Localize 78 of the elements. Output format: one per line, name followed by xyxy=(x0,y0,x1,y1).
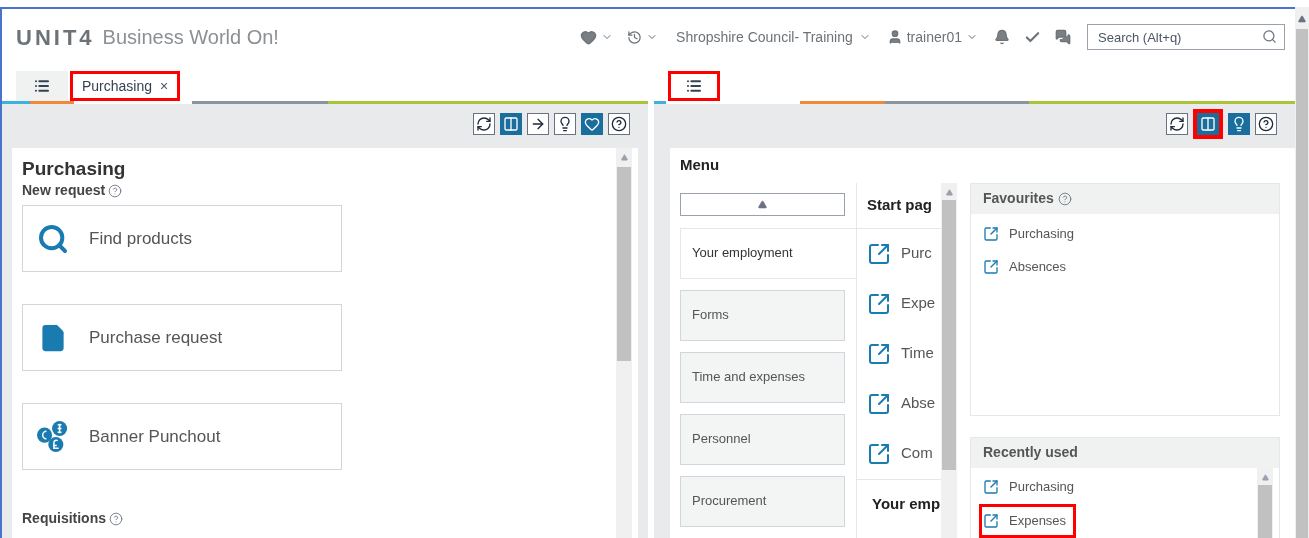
menu-item[interactable]: Personnel xyxy=(680,413,845,465)
page-scrollbar[interactable] xyxy=(1295,7,1309,538)
page-tab[interactable]: Purchasing × xyxy=(70,71,181,101)
panel-title: Favourites xyxy=(983,189,1054,208)
start-page-link[interactable]: Expe xyxy=(901,292,936,315)
external-link-icon xyxy=(867,441,891,466)
external-link-icon xyxy=(867,391,891,416)
recent-link[interactable]: Expenses xyxy=(979,503,1077,538)
external-link-icon xyxy=(983,259,999,275)
company-selector[interactable]: Shropshire Council- Training xyxy=(676,26,871,48)
lightbulb-button[interactable] xyxy=(554,113,576,135)
split-view-icon xyxy=(1200,116,1216,132)
external-link-icon xyxy=(867,291,891,316)
menu-tab[interactable] xyxy=(668,71,720,101)
external-link-icon xyxy=(983,478,999,495)
product-name: Business World On! xyxy=(102,25,279,50)
currency-coins-icon xyxy=(37,418,69,455)
split-view-button[interactable] xyxy=(1193,109,1223,139)
external-link-icon xyxy=(983,512,999,529)
list-icon xyxy=(686,78,702,94)
menu-item[interactable]: Time and expenses xyxy=(680,351,845,403)
help-icon xyxy=(611,116,627,132)
recent-link[interactable]: Purchasing xyxy=(979,469,1085,504)
split-view-icon xyxy=(503,116,519,132)
panel-title: Recently used xyxy=(983,443,1078,462)
user-menu-button[interactable]: trainer01 xyxy=(886,26,978,48)
refresh-button[interactable] xyxy=(1166,113,1188,135)
bell-icon[interactable] xyxy=(994,29,1010,45)
start-page-link[interactable]: Time xyxy=(901,342,934,365)
scrollbar[interactable] xyxy=(1257,467,1273,538)
scrollbar[interactable] xyxy=(616,148,632,538)
external-link-icon xyxy=(867,241,891,266)
lightbulb-icon xyxy=(1231,116,1247,132)
lightbulb-icon xyxy=(557,116,573,132)
scroll-up-icon[interactable] xyxy=(1298,15,1306,23)
menu-item[interactable]: Procurement xyxy=(680,475,845,527)
help-icon xyxy=(1258,116,1274,132)
history-menu-button[interactable] xyxy=(627,29,659,45)
start-page-link[interactable]: Purc xyxy=(901,242,932,265)
refresh-button[interactable] xyxy=(473,113,495,135)
section-heading: New request xyxy=(22,181,106,200)
page-title: Purchasing xyxy=(22,158,127,180)
search-field[interactable]: Search (Alt+q) xyxy=(1087,24,1285,50)
triangle-up-icon xyxy=(758,199,767,209)
favourite-link[interactable]: Absences xyxy=(981,250,1069,284)
help-button[interactable] xyxy=(1255,113,1277,135)
heart-icon xyxy=(584,116,600,132)
scroll-up-button[interactable] xyxy=(680,192,845,216)
action-tile[interactable]: Find products xyxy=(22,205,342,272)
help-icon[interactable] xyxy=(1057,191,1072,206)
arrow-right-button[interactable] xyxy=(527,113,549,135)
start-page-link[interactable]: Com xyxy=(901,442,933,465)
help-icon[interactable] xyxy=(108,183,123,198)
history-icon xyxy=(627,29,643,45)
start-page-link[interactable]: Abse xyxy=(901,392,936,415)
section-heading: Requisitions xyxy=(22,509,106,528)
menu-item[interactable]: Forms xyxy=(680,289,845,341)
menu-heading: Menu xyxy=(680,155,721,175)
brand-logo: UNIT4 xyxy=(16,23,95,52)
list-icon xyxy=(34,78,50,94)
chat-icon[interactable] xyxy=(1055,29,1071,45)
search-icon[interactable] xyxy=(1262,29,1277,44)
action-tile[interactable]: Banner Punchout xyxy=(22,403,342,470)
refresh-icon xyxy=(476,116,492,132)
favourites-menu-button[interactable] xyxy=(580,28,614,46)
external-link-icon xyxy=(867,341,891,366)
help-icon[interactable] xyxy=(109,511,123,526)
refresh-icon xyxy=(1169,116,1185,132)
external-link-icon xyxy=(983,226,999,242)
heart-button[interactable] xyxy=(581,113,603,135)
split-view-button[interactable] xyxy=(500,113,522,135)
menu-tab[interactable] xyxy=(16,71,68,101)
favourite-link[interactable]: Purchasing xyxy=(981,217,1077,251)
action-tile[interactable]: Purchase request xyxy=(22,304,342,371)
help-button[interactable] xyxy=(608,113,630,135)
heart-icon xyxy=(580,28,598,46)
scrollbar[interactable] xyxy=(941,182,957,538)
menu-item[interactable]: Your employment xyxy=(680,227,856,279)
